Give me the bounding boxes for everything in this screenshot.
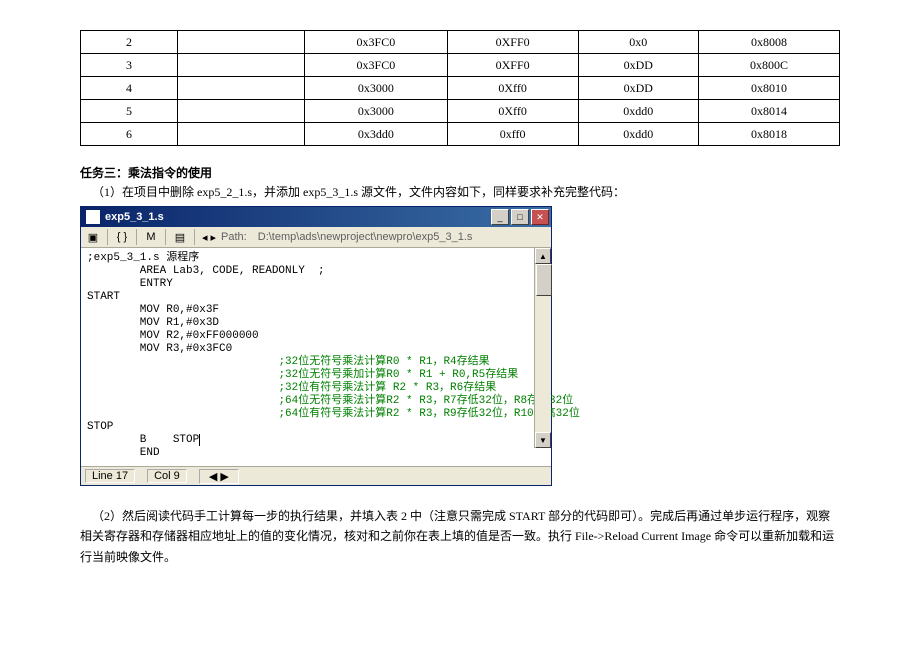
- cell-gap: [178, 100, 305, 123]
- cell-c4: 0x800C: [698, 54, 839, 77]
- cell-c2: 0XFF0: [447, 54, 578, 77]
- status-col: Col 9: [147, 469, 187, 483]
- table-row: 2 0x3FC0 0XFF0 0x0 0x8008: [81, 31, 840, 54]
- scroll-thumb[interactable]: [536, 264, 552, 296]
- cell-idx: 4: [81, 77, 178, 100]
- task-title: 任务三：乘法指令的使用: [80, 164, 840, 181]
- cell-idx: 2: [81, 31, 178, 54]
- path-label: Path:: [221, 231, 247, 243]
- table-row: 3 0x3FC0 0XFF0 0xDD 0x800C: [81, 54, 840, 77]
- code-line: START: [87, 291, 120, 303]
- code-comment: ;64位无符号乘法计算R2 * R3，R7存低32位，R8存高32位: [278, 395, 573, 407]
- cell-c1: 0x3FC0: [305, 54, 448, 77]
- code-line: ;exp5_3_1.s 源程序: [87, 252, 199, 264]
- scroll-up-icon[interactable]: ▲: [535, 248, 551, 264]
- maximize-button[interactable]: □: [511, 209, 529, 225]
- cell-c4: 0x8010: [698, 77, 839, 100]
- cell-c1: 0x3000: [305, 100, 448, 123]
- cell-c3: 0xDD: [578, 54, 698, 77]
- code-comment: ;32位无符号乘加计算R0 * R1 + R0,R5存结果: [278, 369, 518, 381]
- code-line: STOP: [87, 421, 113, 433]
- code-line: MOV R2,#0xFF000000: [87, 330, 259, 342]
- nav-arrows-icon[interactable]: ◂ ▸: [201, 229, 217, 245]
- cell-idx: 3: [81, 54, 178, 77]
- code-comment: ;32位有符号乘法计算 R2 * R3，R6存结果: [278, 382, 496, 394]
- code-line: AREA Lab3, CODE, READONLY ;: [87, 265, 325, 277]
- cell-c4: 0x8008: [698, 31, 839, 54]
- code-line: MOV R3,#0x3FC0: [87, 343, 232, 355]
- cell-gap: [178, 54, 305, 77]
- minimize-button[interactable]: _: [491, 209, 509, 225]
- file-icon: [85, 209, 101, 225]
- cell-idx: 6: [81, 123, 178, 146]
- cell-c1: 0x3FC0: [305, 31, 448, 54]
- file-path: D:\temp\ads\newproject\newpro\exp5_3_1.s: [258, 231, 473, 243]
- table-row: 5 0x3000 0Xff0 0xdd0 0x8014: [81, 100, 840, 123]
- vertical-scrollbar[interactable]: ▲ ▼: [534, 248, 551, 448]
- cell-c4: 0x8018: [698, 123, 839, 146]
- cell-gap: [178, 123, 305, 146]
- close-button[interactable]: ✕: [531, 209, 549, 225]
- window-title: exp5_3_1.s: [105, 211, 489, 223]
- table-row: 4 0x3000 0Xff0 0xDD 0x8010: [81, 77, 840, 100]
- cell-c3: 0xdd0: [578, 123, 698, 146]
- status-extra: ◀ ▶: [199, 469, 239, 484]
- task-para-1: （1）在项目中删除 exp5_2_1.s，并添加 exp5_3_1.s 源文件，…: [80, 183, 840, 200]
- table-body: 2 0x3FC0 0XFF0 0x0 0x8008 3 0x3FC0 0XFF0…: [81, 31, 840, 146]
- scroll-down-icon[interactable]: ▼: [535, 432, 551, 448]
- caret-icon: [199, 434, 200, 446]
- toolbar-separator: [136, 229, 137, 245]
- cell-gap: [178, 77, 305, 100]
- status-bar: Line 17 Col 9 ◀ ▶: [81, 466, 551, 485]
- toolbar: ▣ { } M ▤ ◂ ▸ Path: D:\temp\ads\newproje…: [81, 227, 551, 248]
- register-table: 2 0x3FC0 0XFF0 0x0 0x8008 3 0x3FC0 0XFF0…: [80, 30, 840, 146]
- editor-body: ;exp5_3_1.s 源程序 AREA Lab3, CODE, READONL…: [81, 248, 551, 466]
- cell-c3: 0x0: [578, 31, 698, 54]
- toolbar-separator: [194, 229, 195, 245]
- code-line: B STOP: [87, 434, 199, 446]
- cell-c2: 0xff0: [447, 123, 578, 146]
- save-icon[interactable]: ▣: [85, 229, 101, 245]
- code-line: ENTRY: [87, 278, 173, 290]
- code-line: END: [87, 447, 160, 459]
- toolbar-separator: [107, 229, 108, 245]
- title-bar[interactable]: exp5_3_1.s _ □ ✕: [81, 207, 551, 227]
- cell-idx: 5: [81, 100, 178, 123]
- cell-c3: 0xdd0: [578, 100, 698, 123]
- task-para-2: （2）然后阅读代码手工计算每一步的执行结果，并填入表 2 中（注意只需完成 ST…: [80, 506, 840, 567]
- code-editor-window: exp5_3_1.s _ □ ✕ ▣ { } M ▤ ◂ ▸ Path: D:\…: [80, 206, 552, 486]
- status-line: Line 17: [85, 469, 135, 483]
- table-row: 6 0x3dd0 0xff0 0xdd0 0x8018: [81, 123, 840, 146]
- doc-icon[interactable]: ▤: [172, 229, 188, 245]
- cell-c3: 0xDD: [578, 77, 698, 100]
- toolbar-separator: [165, 229, 166, 245]
- code-line: MOV R1,#0x3D: [87, 317, 219, 329]
- cell-c1: 0x3dd0: [305, 123, 448, 146]
- code-line: MOV R0,#0x3F: [87, 304, 219, 316]
- cell-c2: 0Xff0: [447, 100, 578, 123]
- cell-c4: 0x8014: [698, 100, 839, 123]
- cell-c2: 0Xff0: [447, 77, 578, 100]
- cell-gap: [178, 31, 305, 54]
- braces-icon[interactable]: { }: [114, 229, 130, 245]
- code-comment: ;32位无符号乘法计算R0 * R1，R4存结果: [278, 356, 489, 368]
- code-area[interactable]: ;exp5_3_1.s 源程序 AREA Lab3, CODE, READONL…: [81, 248, 551, 466]
- m-icon[interactable]: M: [143, 229, 159, 245]
- cell-c1: 0x3000: [305, 77, 448, 100]
- cell-c2: 0XFF0: [447, 31, 578, 54]
